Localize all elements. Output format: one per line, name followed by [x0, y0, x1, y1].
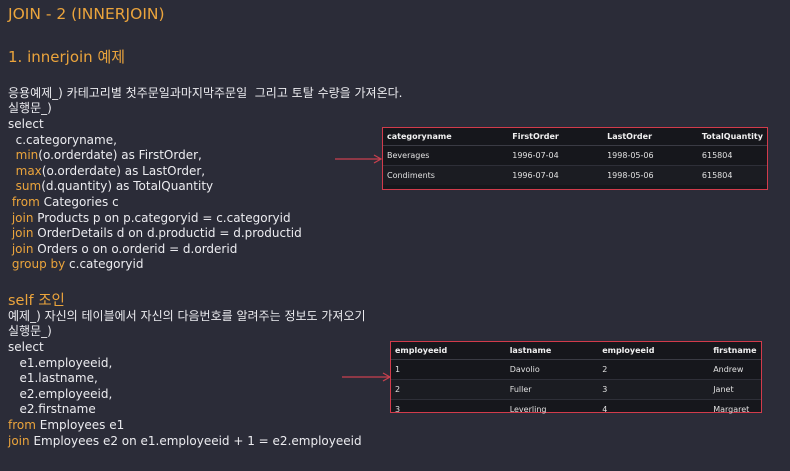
sql-keyword: from	[11, 194, 40, 209]
code-text: (o.orderdate) as LastOrder,	[41, 163, 206, 178]
table-cell: 1996-07-04	[508, 145, 604, 166]
code-line: join Employees e2 on e1.employeeid + 1 =…	[8, 434, 362, 450]
sql-keyword: min	[15, 148, 39, 163]
code-text: Categories c	[39, 194, 119, 209]
column-header: employeeid	[391, 342, 506, 360]
code-line: join OrderDetails d on d.productid = d.p…	[8, 226, 302, 242]
code-text: Employees e1	[35, 417, 125, 432]
table-cell: 3	[598, 379, 710, 400]
code-text: Products p on p.categoryid = c.categoryi…	[33, 210, 291, 225]
section2-description: 예제_) 자신의 테이블에서 자신의 다음번호를 알려주는 정보도 가져오기	[8, 309, 366, 323]
code-text: c.categoryid	[65, 257, 144, 272]
table-cell: Leverling	[505, 399, 599, 419]
sql-keyword: join	[11, 241, 34, 256]
section1-sql-code: select c.categoryname, min(o.orderdate) …	[8, 117, 302, 273]
code-line: from Categories c	[8, 195, 302, 211]
table-cell: 1998-05-06	[603, 165, 698, 185]
table-cell: Margaret	[709, 399, 761, 419]
table-cell: 615804	[697, 165, 767, 185]
column-header: categoryname	[383, 128, 509, 146]
column-header: lastname	[505, 342, 599, 360]
section1-run-label: 실행문_)	[8, 101, 52, 115]
code-line: group by c.categoryid	[8, 257, 302, 273]
code-text: (o.orderdate) as FirstOrder,	[38, 148, 202, 163]
sql-keyword: join	[8, 433, 30, 448]
section2-run-label: 실행문_)	[8, 324, 52, 338]
sql-keyword: group by	[11, 257, 66, 272]
code-line: sum(d.quantity) as TotalQuantity	[8, 179, 302, 195]
result-table-categories: categoryname FirstOrder LastOrder TotalQ…	[382, 127, 768, 190]
table-cell: Beverages	[383, 145, 509, 166]
table-cell: Andrew	[709, 359, 761, 380]
table-cell: Davolio	[505, 359, 599, 380]
page-title: JOIN - 2 (INNERJOIN)	[8, 5, 165, 23]
sql-keyword: from	[8, 417, 36, 432]
code-text: c.categoryname,	[8, 132, 117, 147]
table-cell: 1996-07-04	[508, 165, 604, 185]
sql-keyword: join	[11, 210, 34, 225]
code-text: e1.lastname,	[8, 371, 98, 386]
column-header: firstname	[709, 342, 761, 360]
column-header: TotalQuantity	[697, 128, 767, 146]
code-text: Employees e2 on e1.employeeid + 1 = e2.e…	[29, 433, 362, 448]
section1-heading: 1. innerjoin 예제	[8, 48, 126, 66]
code-line: select	[8, 340, 362, 356]
arrow-right-icon	[342, 372, 392, 382]
table-row: 2 Fuller 3 Janet	[391, 379, 761, 400]
table-cell: 1998-05-06	[603, 145, 698, 166]
section2-sql-code: select e1.employeeid, e1.lastname, e2.em…	[8, 340, 362, 449]
code-line: max(o.orderdate) as LastOrder,	[8, 164, 302, 180]
code-text: Orders o on o.orderid = d.orderid	[33, 241, 238, 256]
section2-heading: self 조인	[8, 293, 65, 309]
table-cell: 4	[598, 399, 710, 419]
column-header: employeeid	[598, 342, 710, 360]
code-text: e2.employeeid,	[8, 386, 113, 401]
table-cell: Fuller	[505, 379, 599, 400]
column-header: FirstOrder	[508, 128, 604, 146]
column-header: LastOrder	[603, 128, 698, 146]
code-line: e2.employeeid,	[8, 387, 362, 403]
sql-keyword: sum	[15, 179, 42, 194]
code-line: e2.firstname	[8, 402, 362, 418]
code-line: join Orders o on o.orderid = d.orderid	[8, 242, 302, 258]
code-line: join Products p on p.categoryid = c.cate…	[8, 211, 302, 227]
result-table-employees: employeeid lastname employeeid firstname…	[390, 341, 762, 419]
arrow-right-icon	[335, 154, 383, 164]
table-cell: Condiments	[383, 165, 509, 185]
table-row: Beverages 1996-07-04 1998-05-06 615804	[383, 145, 767, 166]
table-cell: 1	[391, 359, 506, 380]
code-line: c.categoryname,	[8, 133, 302, 149]
code-line: e1.lastname,	[8, 371, 362, 387]
table-row: Condiments 1996-07-04 1998-05-06 615804	[383, 165, 767, 185]
table-cell: 615804	[697, 145, 767, 166]
code-text: e1.employeeid,	[8, 355, 113, 370]
code-text: select	[8, 117, 44, 131]
table-row: 1 Davolio 2 Andrew	[391, 359, 761, 380]
code-line: from Employees e1	[8, 418, 362, 434]
table-cell: 2	[391, 379, 506, 400]
code-line: min(o.orderdate) as FirstOrder,	[8, 148, 302, 164]
code-text: select	[8, 340, 44, 354]
code-line: e1.employeeid,	[8, 356, 362, 372]
sql-keyword: join	[11, 226, 34, 241]
code-text: (d.quantity) as TotalQuantity	[41, 179, 214, 194]
table-row: 3 Leverling 4 Margaret	[391, 399, 761, 419]
table-cell: 2	[598, 359, 710, 380]
table-cell: 3	[391, 399, 506, 419]
code-line: select	[8, 117, 302, 133]
sql-keyword: max	[15, 163, 42, 178]
section1-description: 응용예제_) 카테고리별 첫주문일과마지막주문일 그리고 토탈 수량을 가져온다…	[8, 86, 403, 100]
table-cell: Janet	[709, 379, 761, 400]
code-text: OrderDetails d on d.productid = d.produc…	[33, 226, 302, 241]
code-text: e2.firstname	[8, 402, 96, 417]
